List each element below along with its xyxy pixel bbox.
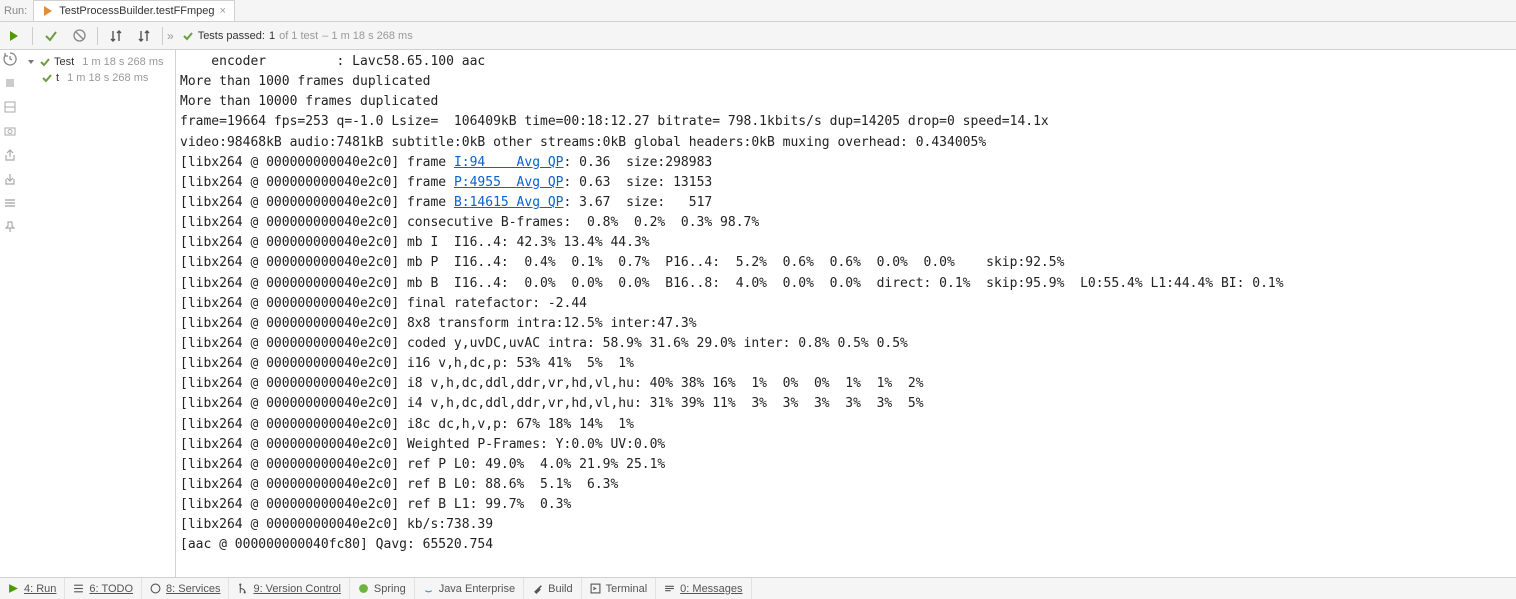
run-tab[interactable]: TestProcessBuilder.testFFmpeg × bbox=[33, 0, 235, 21]
separator bbox=[97, 27, 98, 45]
sort-alpha-icon bbox=[109, 29, 123, 43]
run-config-icon bbox=[42, 5, 54, 17]
run-tab-label: TestProcessBuilder.testFFmpeg bbox=[59, 5, 214, 17]
rerun-button[interactable] bbox=[2, 24, 26, 48]
console-line: [libx264 @ 000000000040e2c0] frame P:495… bbox=[180, 173, 1512, 193]
tree-child-label: t bbox=[56, 72, 59, 84]
camera-icon[interactable] bbox=[3, 124, 17, 138]
bottom-todo[interactable]: 6: TODO bbox=[65, 578, 142, 599]
messages-icon bbox=[664, 583, 675, 594]
chevron-down-icon bbox=[26, 57, 36, 67]
console-line: More than 1000 frames duplicated bbox=[180, 72, 1512, 92]
pin-icon[interactable] bbox=[3, 220, 17, 234]
import-icon[interactable] bbox=[3, 172, 17, 186]
run-label: Run: bbox=[4, 5, 27, 17]
console-line: [libx264 @ 000000000040e2c0] i8c dc,h,v,… bbox=[180, 415, 1512, 435]
separator bbox=[32, 27, 33, 45]
console-line: [aac @ 000000000040fc80] Qavg: 65520.754 bbox=[180, 535, 1512, 555]
services-icon bbox=[150, 583, 161, 594]
console-line: encoder : Lavc58.65.100 aac bbox=[180, 52, 1512, 72]
run-config-tabbar: Run: TestProcessBuilder.testFFmpeg × bbox=[0, 0, 1516, 22]
frame-link[interactable]: B:14615 Avg QP bbox=[454, 195, 564, 210]
spring-icon bbox=[358, 583, 369, 594]
console-line: [libx264 @ 000000000040e2c0] mb P I16..4… bbox=[180, 253, 1512, 273]
console-line: frame=19664 fps=253 q=-1.0 Lsize= 106409… bbox=[180, 112, 1512, 132]
more-icon[interactable] bbox=[3, 196, 17, 210]
console-line: [libx264 @ 000000000040e2c0] frame B:146… bbox=[180, 193, 1512, 213]
bottom-terminal[interactable]: Terminal bbox=[582, 578, 657, 599]
separator bbox=[162, 27, 163, 45]
tree-child-time: 1 m 18 s 268 ms bbox=[67, 72, 148, 84]
console-line: [libx264 @ 000000000040e2c0] frame I:94 … bbox=[180, 153, 1512, 173]
stop-icon[interactable] bbox=[3, 76, 17, 90]
status-prefix: Tests passed: bbox=[198, 30, 265, 42]
frame-link[interactable]: P:4955 Avg QP bbox=[454, 175, 564, 190]
bottom-messages[interactable]: 0: Messages bbox=[656, 578, 751, 599]
console-line: [libx264 @ 000000000040e2c0] i16 v,h,dc,… bbox=[180, 354, 1512, 374]
console-line: [libx264 @ 000000000040e2c0] final ratef… bbox=[180, 294, 1512, 314]
tree-root[interactable]: Test 1 m 18 s 268 ms bbox=[20, 54, 175, 70]
frame-link[interactable]: I:94 Avg QP bbox=[454, 155, 564, 170]
console-line: [libx264 @ 000000000040e2c0] ref P L0: 4… bbox=[180, 455, 1512, 475]
list-icon bbox=[73, 583, 84, 594]
sort-time-button[interactable] bbox=[132, 24, 156, 48]
hammer-icon bbox=[532, 583, 543, 594]
layout-icon[interactable] bbox=[3, 100, 17, 114]
expand-all-icon: » bbox=[167, 29, 174, 43]
test-status: Tests passed: 1 of 1 test – 1 m 18 s 268… bbox=[182, 30, 413, 42]
show-passed-button[interactable] bbox=[39, 24, 63, 48]
console-line: [libx264 @ 000000000040e2c0] mb I I16..4… bbox=[180, 233, 1512, 253]
console-line: video:98468kB audio:7481kB subtitle:0kB … bbox=[180, 133, 1512, 153]
sort-alpha-button[interactable] bbox=[104, 24, 128, 48]
terminal-icon bbox=[590, 583, 601, 594]
export-icon[interactable] bbox=[3, 148, 17, 162]
bottom-run[interactable]: 4: Run bbox=[0, 578, 65, 599]
sort-time-icon bbox=[137, 29, 151, 43]
test-tree: Test 1 m 18 s 268 ms t 1 m 18 s 268 ms bbox=[20, 50, 176, 577]
java-icon bbox=[423, 583, 434, 594]
console-line: [libx264 @ 000000000040e2c0] ref B L0: 8… bbox=[180, 475, 1512, 495]
run-toolbar: » Tests passed: 1 of 1 test – 1 m 18 s 2… bbox=[0, 22, 1516, 50]
tree-root-label: Test bbox=[54, 56, 74, 68]
check-icon bbox=[44, 29, 58, 43]
console-line: [libx264 @ 000000000040e2c0] ref B L1: 9… bbox=[180, 495, 1512, 515]
show-ignored-button[interactable] bbox=[67, 24, 91, 48]
play-icon bbox=[8, 583, 19, 594]
console-line: [libx264 @ 000000000040e2c0] 8x8 transfo… bbox=[180, 314, 1512, 334]
status-count: 1 bbox=[269, 30, 275, 42]
console-line: [libx264 @ 000000000040e2c0] consecutive… bbox=[180, 213, 1512, 233]
history-icon[interactable] bbox=[3, 52, 17, 66]
bottom-java[interactable]: Java Enterprise bbox=[415, 578, 524, 599]
close-icon[interactable]: × bbox=[220, 5, 226, 17]
status-time: – 1 m 18 s 268 ms bbox=[322, 30, 413, 42]
console-output[interactable]: encoder : Lavc58.65.100 aacMore than 100… bbox=[176, 50, 1516, 577]
tree-root-time: 1 m 18 s 268 ms bbox=[82, 56, 163, 68]
bottom-services[interactable]: 8: Services bbox=[142, 578, 229, 599]
bottom-spring[interactable]: Spring bbox=[350, 578, 415, 599]
console-line: [libx264 @ 000000000040e2c0] Weighted P-… bbox=[180, 435, 1512, 455]
left-gutter bbox=[0, 50, 20, 577]
console-line: [libx264 @ 000000000040e2c0] mb B I16..4… bbox=[180, 274, 1512, 294]
console-line: [libx264 @ 000000000040e2c0] coded y,uvD… bbox=[180, 334, 1512, 354]
bottom-bar: 4: Run 6: TODO 8: Services 9: Version Co… bbox=[0, 577, 1516, 599]
play-icon bbox=[10, 31, 18, 41]
branch-icon bbox=[237, 583, 248, 594]
console-line: [libx264 @ 000000000040e2c0] i4 v,h,dc,d… bbox=[180, 394, 1512, 414]
check-icon bbox=[42, 73, 52, 83]
bottom-vcs[interactable]: 9: Version Control bbox=[229, 578, 349, 599]
console-line: [libx264 @ 000000000040e2c0] i8 v,h,dc,d… bbox=[180, 374, 1512, 394]
check-icon bbox=[182, 30, 194, 42]
check-icon bbox=[40, 57, 50, 67]
no-entry-icon bbox=[73, 29, 86, 42]
console-line: [libx264 @ 000000000040e2c0] kb/s:738.39 bbox=[180, 515, 1512, 535]
bottom-build[interactable]: Build bbox=[524, 578, 581, 599]
status-of: of 1 test bbox=[279, 30, 318, 42]
tree-child[interactable]: t 1 m 18 s 268 ms bbox=[20, 70, 175, 86]
console-line: More than 10000 frames duplicated bbox=[180, 92, 1512, 112]
